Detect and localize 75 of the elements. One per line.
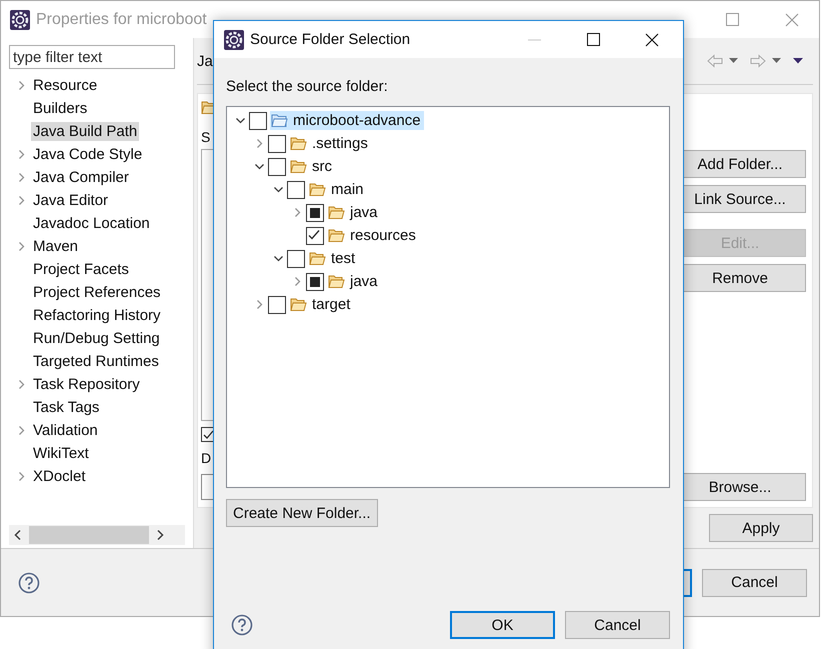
tree-item[interactable]: microboot-advance [270,111,424,130]
nav-item[interactable]: WikiText [31,444,91,463]
folder-icon [290,136,307,151]
folder-icon [309,182,326,197]
tree-item[interactable]: java [327,272,381,291]
nav-item[interactable]: Java Compiler [31,168,131,187]
app-icon [10,10,30,30]
folder-icon [290,159,307,174]
chevron-icon[interactable] [273,184,284,195]
scroll-right-icon[interactable] [155,529,165,541]
nav-item[interactable]: Project References [31,283,163,302]
tree-item[interactable]: src [289,157,335,176]
cancel-button[interactable]: Cancel [702,568,807,596]
scroll-thumb[interactable] [29,526,149,544]
folder-icon [328,205,345,220]
nav-item[interactable]: XDoclet [31,467,88,486]
chevron-icon[interactable] [235,115,246,126]
prompt-label: Select the source folder: [226,78,389,97]
nav-item[interactable]: Task Repository [31,375,142,394]
ok-button[interactable]: OK [450,611,555,639]
folder-icon [290,297,307,312]
window-title: Properties for microboot [36,10,207,28]
checkbox[interactable] [287,180,305,198]
checkmark-icon [307,228,321,242]
checkbox[interactable] [249,112,267,130]
cancel-button[interactable]: Cancel [565,611,670,639]
checkbox[interactable] [268,296,286,314]
nav-item[interactable]: Validation [31,421,100,440]
close-icon[interactable] [645,32,659,46]
nav-item[interactable]: Task Tags [31,398,102,417]
create-folder-button[interactable]: Create New Folder... [226,499,378,527]
checkbox[interactable] [306,226,324,244]
checkbox[interactable] [306,272,324,290]
help-icon[interactable] [231,614,253,636]
tree-item[interactable]: java [327,203,381,222]
filter-field[interactable]: type filter text [9,45,175,69]
tree-item[interactable]: test [308,249,358,268]
folder-icon [309,251,326,266]
dialog-title: Source Folder Selection [250,31,410,48]
nav-item[interactable]: Resource [31,76,100,95]
help-icon[interactable] [18,572,40,594]
checkbox[interactable] [287,250,305,268]
nav-item[interactable]: Maven [31,237,80,256]
scrollbar[interactable] [9,525,185,545]
tree-item[interactable]: main [308,180,367,199]
menu-icon[interactable] [793,58,803,64]
checkbox[interactable] [268,134,286,152]
tree-item[interactable]: .settings [289,134,371,153]
maximize-icon[interactable] [587,33,600,46]
page-title: Ja [197,52,213,70]
folder-icon [328,228,345,243]
nav-item[interactable]: Project Facets [31,260,131,279]
chevron-icon[interactable] [273,253,284,264]
nav-item[interactable]: Java Editor [31,191,110,210]
tree-item[interactable]: target [289,295,354,314]
dropdown-icon[interactable] [729,58,738,64]
project-folder-icon [271,113,288,128]
field-label: D [201,450,212,466]
nav-item[interactable]: Builders [31,99,90,118]
nav-item[interactable]: Javadoc Location [31,214,152,233]
scroll-left-icon[interactable] [13,529,23,541]
nav-item[interactable]: Java Code Style [31,145,144,164]
folder-icon [328,274,345,289]
nav-item[interactable]: Java Build Path [31,122,140,141]
nav-item[interactable]: Refactoring History [31,306,163,325]
apply-button[interactable]: Apply [709,514,813,542]
checkbox[interactable] [306,204,324,222]
tree-item[interactable]: resources [327,226,419,245]
nav-item[interactable]: Targeted Runtimes [31,352,161,371]
section-label: S [201,129,210,145]
dropdown-icon[interactable] [772,58,781,64]
checkbox[interactable] [268,158,286,176]
app-icon [224,30,244,50]
nav-item[interactable]: Run/Debug Setting [31,329,162,348]
chevron-icon[interactable] [254,161,265,172]
